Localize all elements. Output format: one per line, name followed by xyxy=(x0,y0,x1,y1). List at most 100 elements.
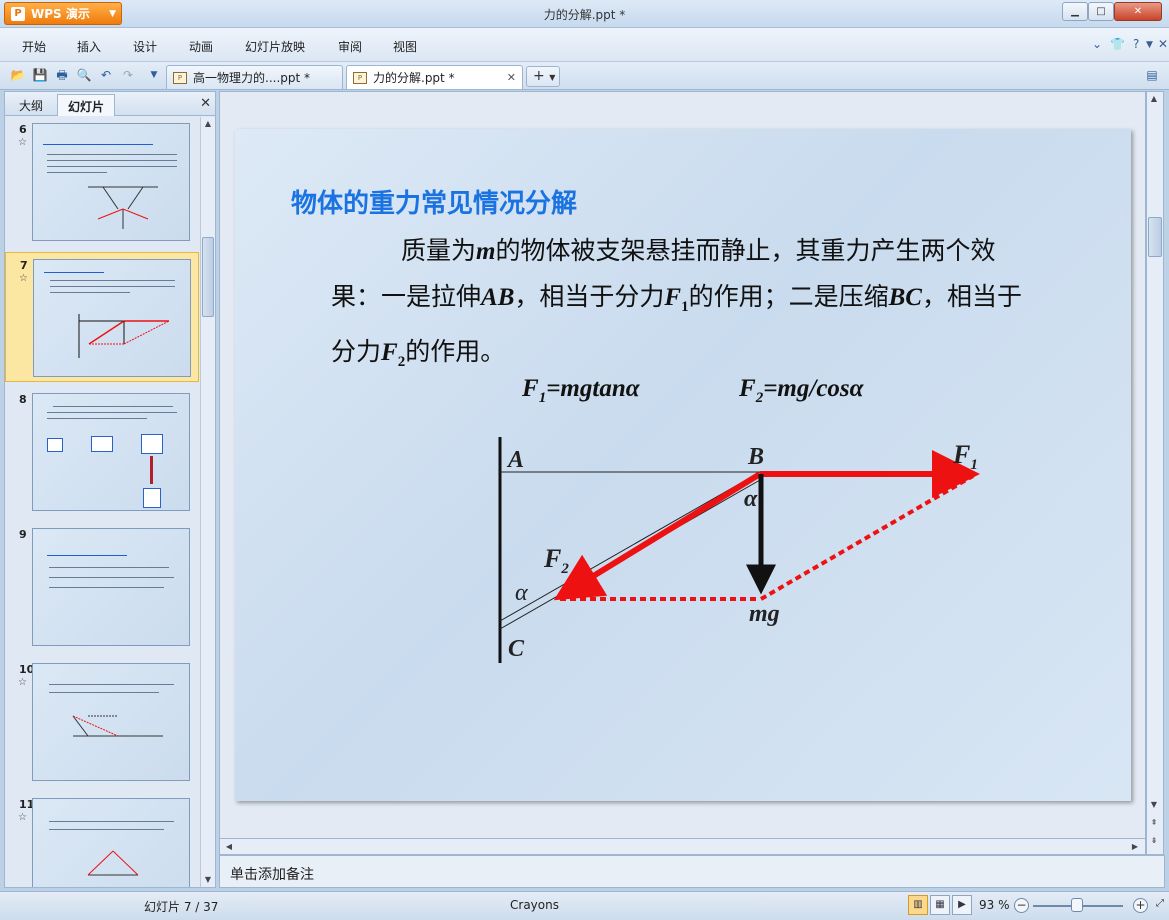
ribbon-close-icon[interactable]: ✕ xyxy=(1158,37,1168,51)
menu-bar: 开始 插入 设计 动画 幻灯片放映 审阅 视图 ⌄ 👕 ? ▼ ✕ xyxy=(0,28,1169,62)
menu-animation[interactable]: 动画 xyxy=(189,38,213,55)
thumbnail-slide-11[interactable]: 11 ☆ xyxy=(5,792,199,887)
text-run: 1 xyxy=(970,457,978,474)
tab-slides[interactable]: 幻灯片 xyxy=(57,94,116,116)
slide-thumbnail xyxy=(32,663,190,781)
doc-tab-label: 力的分解.ppt * xyxy=(373,71,455,85)
force-f2-arrow xyxy=(553,471,762,601)
panel-tabs: 大纲 幻灯片 ✕ xyxy=(5,92,215,116)
label-c: C xyxy=(508,636,525,662)
slide-thumbnail xyxy=(32,528,190,646)
zoom-slider-knob[interactable] xyxy=(1071,898,1083,912)
animation-star-icon: ☆ xyxy=(18,137,27,148)
slide-counter: 幻灯片 7 / 37 xyxy=(144,900,219,914)
zoom-out-button[interactable]: − xyxy=(1014,898,1029,913)
new-tab-button[interactable]: + ▼ xyxy=(526,66,560,87)
slide-thumbnail xyxy=(32,798,190,887)
slide-thumbnail xyxy=(32,123,190,241)
ppt-file-icon: P xyxy=(173,71,187,84)
tab-outline[interactable]: 大纲 xyxy=(9,94,53,116)
next-slide-icon[interactable]: ⇟ xyxy=(1147,834,1161,848)
thumbnail-slide-6[interactable]: 6 ☆ xyxy=(5,117,199,247)
menu-slideshow[interactable]: 幻灯片放映 xyxy=(245,38,305,55)
undo-icon[interactable]: ↶ xyxy=(98,67,114,83)
close-tab-icon[interactable]: ✕ xyxy=(507,71,516,84)
maximize-button[interactable]: □ xyxy=(1088,2,1114,21)
slide-number: 6 xyxy=(19,123,27,136)
text-run: 2 xyxy=(561,561,569,578)
minimize-button[interactable]: ▁ xyxy=(1062,2,1088,21)
normal-view-icon[interactable]: ▥ xyxy=(908,895,928,915)
close-button[interactable]: ✕ xyxy=(1114,2,1162,21)
scroll-right-icon[interactable]: ▶ xyxy=(1128,840,1142,854)
menu-insert[interactable]: 插入 xyxy=(77,38,101,55)
ppt-file-icon: P xyxy=(353,71,367,84)
label-f2: F2 xyxy=(544,544,569,578)
prev-slide-icon[interactable]: ⇞ xyxy=(1147,816,1161,830)
document-tab-bar: 📂 💾 🖶 🔍 ↶ ↷ ▼ P 高一物理力的....ppt * P 力的分解.p… xyxy=(0,62,1169,90)
doc-tab-2[interactable]: P 力的分解.ppt * ✕ xyxy=(346,65,523,89)
construction-line-right xyxy=(759,474,975,601)
zoom-in-button[interactable]: + xyxy=(1133,898,1148,913)
scroll-left-icon[interactable]: ◀ xyxy=(222,840,236,854)
notes-pane[interactable]: 单击添加备注 xyxy=(219,855,1165,888)
animation-star-icon: ☆ xyxy=(19,273,28,284)
scroll-thumb[interactable] xyxy=(202,237,214,317)
text-run: F xyxy=(544,544,562,573)
scroll-up-icon[interactable]: ▲ xyxy=(1147,92,1161,106)
layout-icon[interactable]: ▤ xyxy=(1144,67,1160,83)
quick-access-dropdown-icon[interactable]: ▼ xyxy=(146,67,162,83)
doc-tab-1[interactable]: P 高一物理力的....ppt * xyxy=(166,65,343,89)
scroll-up-icon[interactable]: ▲ xyxy=(201,117,215,131)
label-f1: F1 xyxy=(953,440,978,474)
force-diagram xyxy=(498,437,980,663)
status-bar: 幻灯片 7 / 37 Crayons ▥ ▦ ▶ 93 % − + ⤢ xyxy=(0,891,1169,920)
skin-icon[interactable]: 👕 xyxy=(1110,37,1125,51)
editor-vertical-scrollbar[interactable]: ▲ ▼ ⇞ ⇟ xyxy=(1146,91,1164,855)
label-alpha-top: α xyxy=(744,486,758,512)
slideshow-icon[interactable]: ▶ xyxy=(952,895,972,915)
thumbnail-slide-7[interactable]: 7 ☆ xyxy=(5,252,199,382)
label-alpha-bottom: α xyxy=(515,580,528,606)
doc-tab-label: 高一物理力的....ppt * xyxy=(193,71,311,85)
scroll-down-icon[interactable]: ▼ xyxy=(1147,798,1161,812)
menu-view[interactable]: 视图 xyxy=(393,38,417,55)
text-run: F xyxy=(953,440,971,469)
theme-name: Crayons xyxy=(510,898,559,912)
slide-thumbnail xyxy=(33,259,191,377)
slide-number: 8 xyxy=(19,393,27,406)
menu-design[interactable]: 设计 xyxy=(133,38,157,55)
ribbon-collapse-icon[interactable]: ⌄ xyxy=(1092,37,1102,51)
notes-placeholder: 单击添加备注 xyxy=(230,867,314,883)
help-icon[interactable]: ? xyxy=(1133,37,1139,51)
editor-horizontal-scrollbar[interactable]: ◀ ▶ xyxy=(219,838,1146,855)
redo-icon[interactable]: ↷ xyxy=(120,67,136,83)
open-icon[interactable]: 📂 xyxy=(10,67,26,83)
slide-thumbnail xyxy=(32,393,190,511)
slide-sorter-icon[interactable]: ▦ xyxy=(930,895,950,915)
slide-canvas[interactable]: 物体的重力常见情况分解 质量为m的物体被支架悬挂而静止，其重力产生两个效果：一是… xyxy=(235,129,1131,801)
label-b: B xyxy=(748,444,765,470)
save-icon[interactable]: 💾 xyxy=(32,67,48,83)
thumbnail-slide-10[interactable]: 10 ☆ xyxy=(5,657,199,787)
animation-star-icon: ☆ xyxy=(18,812,27,823)
label-mg: mg xyxy=(749,601,780,627)
menu-home[interactable]: 开始 xyxy=(22,38,46,55)
scroll-thumb[interactable] xyxy=(1148,217,1162,257)
zoom-level: 93 % xyxy=(979,898,1010,912)
thumbnail-slide-8[interactable]: 8 xyxy=(5,387,199,517)
fit-window-icon[interactable]: ⤢ xyxy=(1153,895,1167,915)
panel-scrollbar[interactable]: ▲ ▼ xyxy=(200,117,215,887)
menu-review[interactable]: 审阅 xyxy=(338,38,362,55)
print-preview-icon[interactable]: 🔍 xyxy=(76,67,92,83)
animation-star-icon: ☆ xyxy=(18,677,27,688)
thumbnail-slide-9[interactable]: 9 xyxy=(5,522,199,652)
slide-number: 9 xyxy=(19,528,27,541)
label-a: A xyxy=(508,447,525,473)
print-icon[interactable]: 🖶 xyxy=(54,67,70,83)
help-dropdown-icon[interactable]: ▼ xyxy=(1146,40,1153,50)
title-bar: P WPS 演示 ▼ 力的分解.ppt * ▁ □ ✕ xyxy=(0,0,1169,28)
close-panel-icon[interactable]: ✕ xyxy=(200,96,211,111)
window-title: 力的分解.ppt * xyxy=(543,8,626,22)
scroll-down-icon[interactable]: ▼ xyxy=(201,873,215,887)
